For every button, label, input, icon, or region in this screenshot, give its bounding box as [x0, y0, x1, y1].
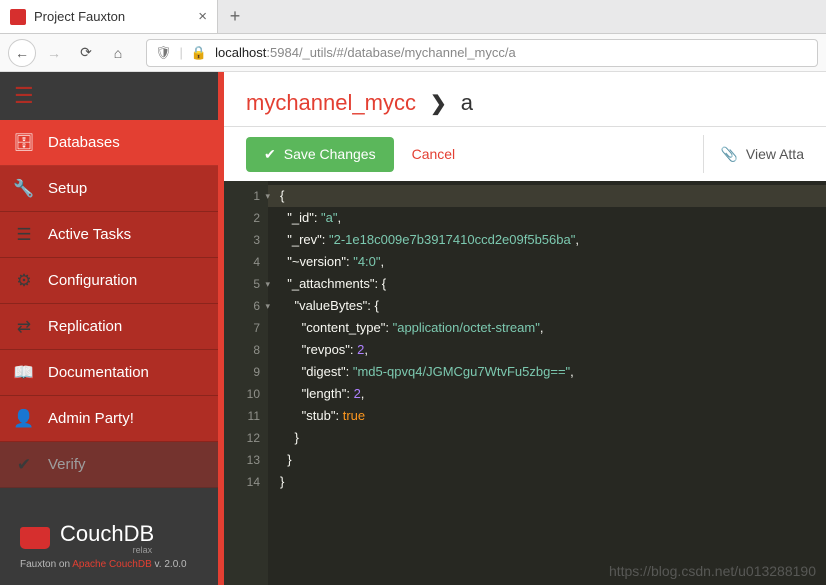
- back-button[interactable]: ←: [8, 39, 36, 67]
- chevron-right-icon: ❯: [430, 91, 447, 116]
- breadcrumb-database[interactable]: mychannel_mycc: [246, 90, 416, 116]
- forward-button[interactable]: →: [40, 39, 68, 67]
- sidebar-item-replication[interactable]: ⇄ Replication: [0, 304, 218, 350]
- sidebar-item-label: Admin Party!: [48, 410, 134, 427]
- view-attachments-button[interactable]: 📎 View Atta: [703, 135, 804, 173]
- sidebar-item-configuration[interactable]: ⚙ Configuration: [0, 258, 218, 304]
- browser-nav-bar: ← → ⟳ ⌂ 🛡 | 🔒 localhost:5984/_utils/#/da…: [0, 34, 826, 72]
- sidebar-item-verify[interactable]: ✔ Verify: [0, 442, 218, 488]
- logo-text: CouchDB: [60, 521, 154, 547]
- check-circle-icon: ✔: [264, 146, 276, 163]
- lock-icon: 🔒: [191, 45, 207, 61]
- couchdb-icon: [20, 527, 50, 549]
- url-bar[interactable]: 🛡 | 🔒 localhost:5984/_utils/#/database/m…: [146, 39, 818, 67]
- sidebar-item-label: Active Tasks: [48, 226, 131, 243]
- footer-version: Fauxton on Apache CouchDB v. 2.0.0: [20, 559, 198, 570]
- wrench-icon: 🔧: [14, 179, 34, 199]
- hamburger-icon[interactable]: ☰: [0, 72, 218, 120]
- toolbar: ✔ Save Changes Cancel 📎 View Atta: [224, 127, 826, 181]
- sidebar-item-label: Databases: [48, 134, 120, 151]
- code-content[interactable]: { "_id": "a", "_rev": "2-1e18c009e7b3917…: [268, 181, 826, 585]
- replication-icon: ⇄: [14, 317, 34, 337]
- home-button[interactable]: ⌂: [104, 39, 132, 67]
- sidebar-item-active-tasks[interactable]: ☰ Active Tasks: [0, 212, 218, 258]
- line-gutter: 1234567891011121314: [224, 181, 268, 585]
- new-tab-button[interactable]: +: [218, 0, 252, 33]
- tasks-icon: ☰: [14, 225, 34, 245]
- sidebar-item-label: Replication: [48, 318, 122, 335]
- logo-band: CouchDB relax Fauxton on Apache CouchDB …: [0, 513, 218, 585]
- tab-title: Project Fauxton: [34, 9, 125, 24]
- shield-icon: 🛡: [155, 45, 172, 61]
- apache-couchdb-link[interactable]: Apache CouchDB: [72, 559, 152, 570]
- sidebar-item-label: Configuration: [48, 272, 137, 289]
- breadcrumb-doc: a: [461, 90, 473, 116]
- save-button[interactable]: ✔ Save Changes: [246, 137, 394, 172]
- sidebar-item-databases[interactable]: 🗄 Databases: [0, 120, 218, 166]
- breadcrumb: mychannel_mycc ❯ a: [224, 72, 826, 127]
- sidebar-item-setup[interactable]: 🔧 Setup: [0, 166, 218, 212]
- sidebar: ☰ 🗄 Databases 🔧 Setup ☰ Active Tasks ⚙ C…: [0, 72, 218, 585]
- sidebar-item-label: Verify: [48, 456, 86, 473]
- check-icon: ✔: [14, 455, 34, 475]
- database-icon: 🗄: [14, 133, 34, 153]
- user-icon: 👤: [14, 409, 34, 429]
- close-tab-icon[interactable]: ×: [198, 8, 207, 25]
- url-host: localhost: [215, 45, 266, 60]
- sidebar-item-label: Documentation: [48, 364, 149, 381]
- favicon: [10, 9, 26, 25]
- sidebar-item-label: Setup: [48, 180, 87, 197]
- book-icon: 📖: [14, 363, 34, 383]
- json-editor[interactable]: 1234567891011121314 { "_id": "a", "_rev"…: [224, 181, 826, 585]
- sidebar-item-admin-party[interactable]: 👤 Admin Party!: [0, 396, 218, 442]
- gear-icon: ⚙: [14, 271, 34, 291]
- cancel-link[interactable]: Cancel: [412, 146, 456, 162]
- paperclip-icon: 📎: [720, 146, 737, 163]
- url-path: :5984/_utils/#/database/mychannel_mycc/a: [266, 45, 515, 60]
- browser-tab[interactable]: Project Fauxton ×: [0, 0, 218, 33]
- browser-tab-bar: Project Fauxton × +: [0, 0, 826, 34]
- reload-button[interactable]: ⟳: [72, 39, 100, 67]
- sidebar-item-documentation[interactable]: 📖 Documentation: [0, 350, 218, 396]
